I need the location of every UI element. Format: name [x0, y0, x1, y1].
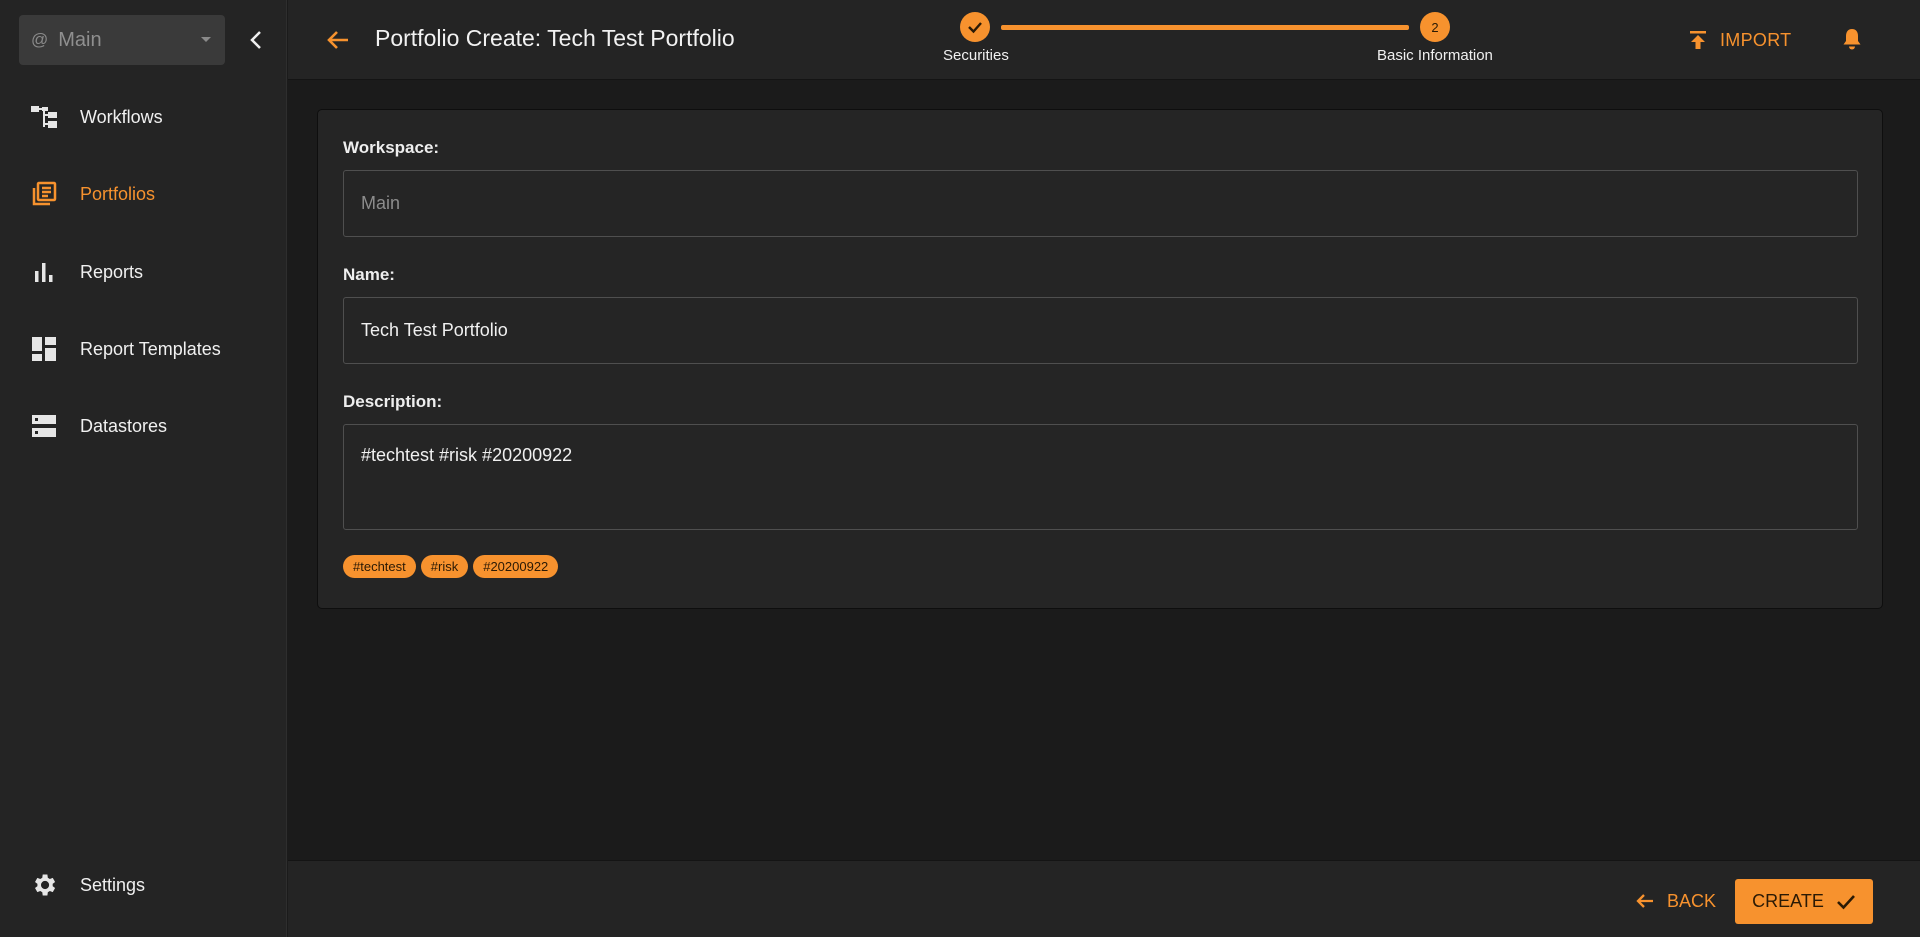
back-arrow-button[interactable]: [324, 26, 352, 54]
step-1-complete[interactable]: [960, 12, 990, 42]
bar-chart-icon: [30, 258, 58, 286]
sidebar-item-portfolios[interactable]: Portfolios: [0, 168, 287, 220]
sidebar-item-workflows[interactable]: Workflows: [0, 91, 287, 143]
sidebar-item-settings[interactable]: Settings: [0, 859, 287, 911]
sidebar-item-report-templates[interactable]: Report Templates: [0, 323, 287, 375]
sidebar-item-datastores[interactable]: Datastores: [0, 400, 287, 452]
description-field[interactable]: #techtest #risk #20200922: [343, 424, 1858, 530]
import-button-label: IMPORT: [1720, 29, 1792, 50]
step-2-label: Basic Information: [1377, 47, 1493, 64]
arrow-left-icon: [327, 31, 348, 49]
arrow-left-icon: [1636, 894, 1653, 908]
step-2-number: 2: [1431, 19, 1439, 35]
caret-down-icon: [201, 37, 211, 42]
check-icon: [1836, 894, 1855, 909]
header: Portfolio Create: Tech Test Portfolio Se…: [288, 0, 1920, 80]
back-button[interactable]: BACK: [1635, 881, 1716, 921]
name-field[interactable]: [343, 297, 1858, 364]
upload-icon: [1690, 31, 1706, 49]
sidebar: @ Main Workflows Portfolios Reports Repo…: [0, 0, 287, 937]
create-button-label: CREATE: [1752, 891, 1824, 911]
gear-icon: [30, 871, 58, 899]
storage-icon: [30, 412, 58, 440]
step-2-current[interactable]: 2: [1420, 12, 1450, 42]
check-icon: [968, 22, 982, 34]
chevron-left-icon: [250, 31, 261, 49]
tag-chip: #20200922: [473, 555, 559, 578]
workspace-label: Workspace:: [343, 138, 440, 157]
page-title: Portfolio Create: Tech Test Portfolio: [375, 25, 735, 51]
bell-icon: [1843, 29, 1861, 50]
sidebar-item-label: Portfolios: [80, 183, 156, 204]
stepper-progress-line: [1001, 25, 1409, 30]
portfolio-icon: [30, 180, 58, 208]
sidebar-item-reports[interactable]: Reports: [0, 246, 287, 298]
at-icon: @: [31, 30, 49, 49]
tag-chip: #risk: [420, 555, 469, 578]
footer-bar: BACK CREATE: [288, 860, 1920, 937]
sidebar-item-label: Workflows: [80, 106, 163, 127]
tag-chip: #techtest: [343, 555, 416, 578]
portfolio-form-card: Workspace: Name: Description: #techtest …: [317, 109, 1883, 609]
workspace-select[interactable]: @ Main: [19, 15, 225, 65]
name-label: Name:: [343, 265, 395, 284]
workflow-icon: [30, 103, 58, 131]
dashboard-icon: [30, 335, 58, 363]
sidebar-item-label: Datastores: [80, 415, 168, 436]
collapse-sidebar-button[interactable]: [244, 24, 268, 56]
sidebar-item-label: Settings: [80, 874, 146, 895]
tag-list: #techtest #risk #20200922: [343, 555, 559, 578]
description-label: Description:: [343, 392, 443, 411]
sidebar-item-label: Reports: [80, 261, 144, 282]
sidebar-item-label: Report Templates: [80, 338, 221, 359]
notifications-button[interactable]: [1841, 27, 1867, 53]
import-button[interactable]: IMPORT: [1688, 24, 1791, 56]
workspace-field: [343, 170, 1858, 237]
create-button[interactable]: CREATE: [1735, 879, 1873, 924]
back-button-label: BACK: [1667, 890, 1717, 911]
step-1-label: Securities: [943, 47, 1009, 64]
workspace-select-value: Main: [58, 28, 102, 51]
